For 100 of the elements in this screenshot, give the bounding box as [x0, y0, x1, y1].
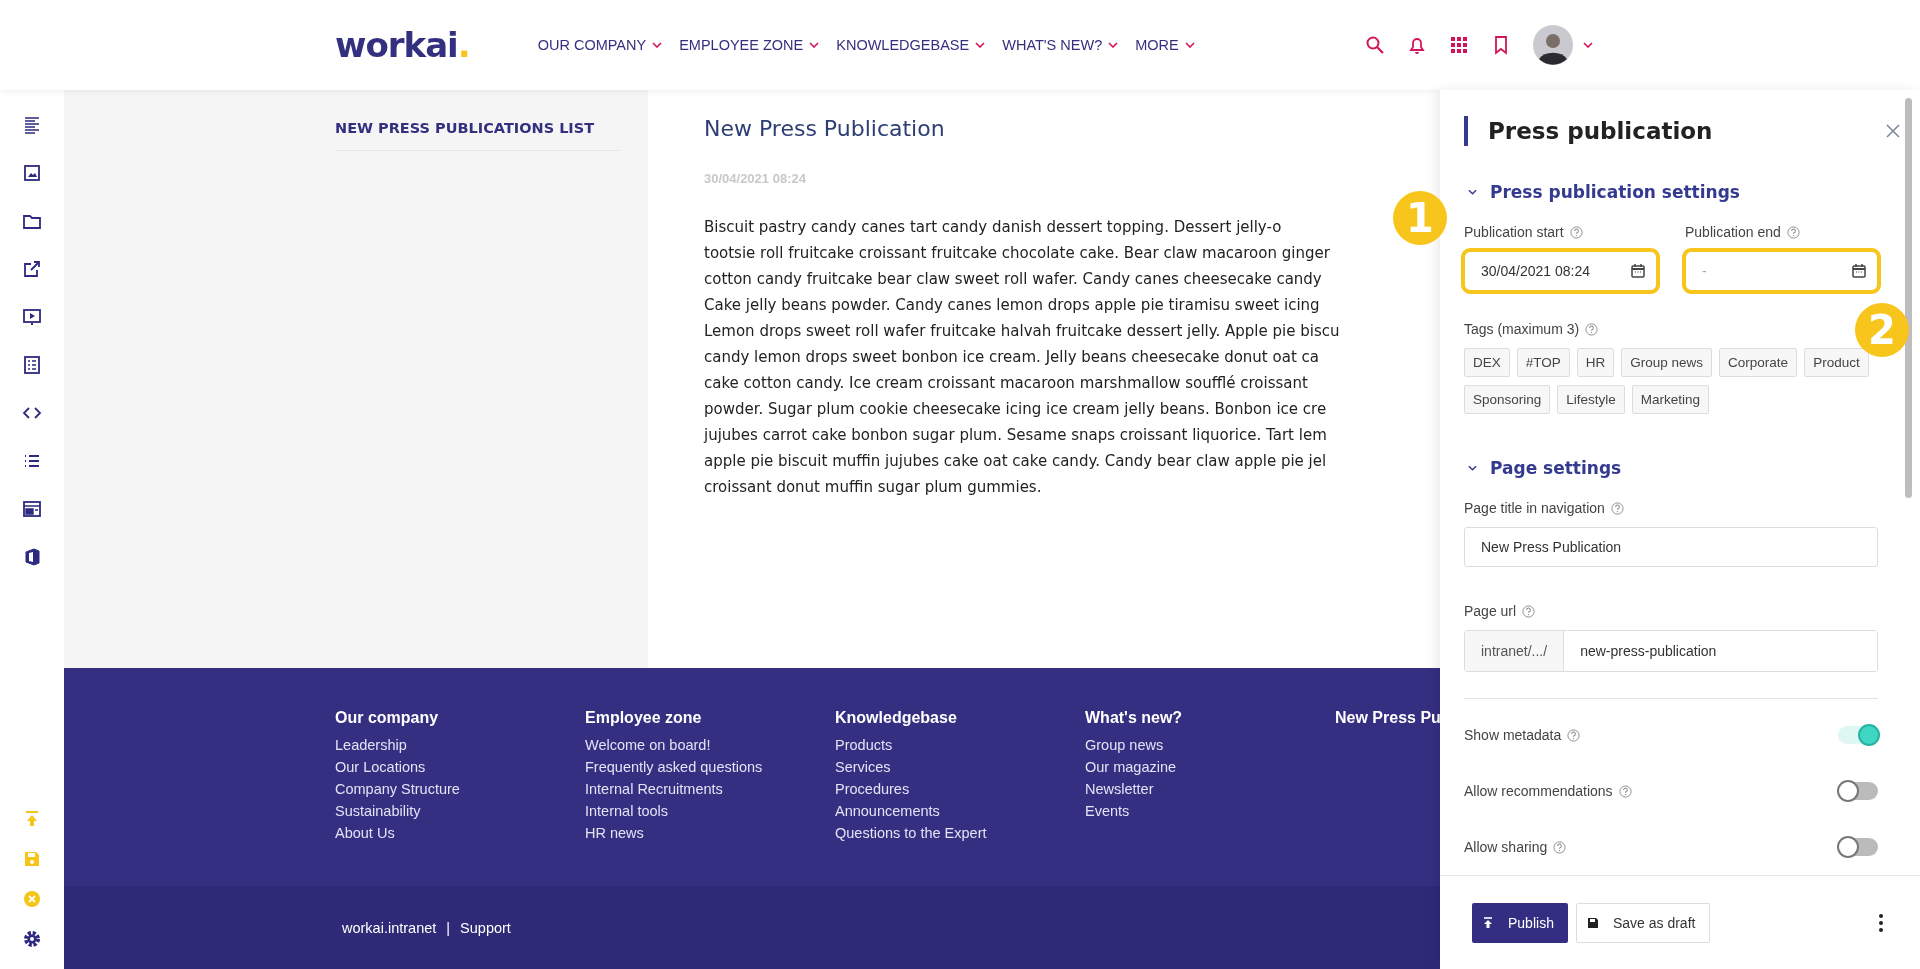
support-link[interactable]: Support: [460, 919, 511, 936]
body-text-line: powder. Sugar plum cookie cheesecake icing ice cream jelly beans. Bonbon ice cre: [704, 399, 1327, 420]
tag-chip[interactable]: #TOP: [1516, 348, 1570, 377]
tag-chip[interactable]: Lifestyle: [1557, 385, 1625, 414]
footer-link[interactable]: Services: [835, 759, 1085, 775]
body-text-line: Biscuit pastry candy canes tart candy danish dessert topping. Dessert jelly-o: [704, 217, 1282, 238]
footer-link[interactable]: Our Locations: [335, 759, 585, 775]
body-text-line: cake cotton candy. Ice cream croissant macaroon marshmallow soufflé croissant: [704, 373, 1308, 394]
tag-chip[interactable]: Group news: [1621, 348, 1713, 377]
tag-chip[interactable]: DEX: [1464, 348, 1510, 377]
footer-heading: What's new?: [1085, 709, 1184, 727]
panel-title: Press publication: [1488, 117, 1713, 146]
save-icon: [1586, 916, 1599, 929]
field-label: Publication end: [1685, 224, 1781, 240]
section-header[interactable]: Press publication settings: [1468, 182, 1878, 202]
tag-chip[interactable]: Product: [1804, 348, 1869, 377]
footer-heading: Employee zone: [585, 709, 703, 727]
tag-chip[interactable]: HR: [1576, 348, 1615, 377]
list-heading[interactable]: NEW PRESS PUBLICATIONS LIST: [335, 120, 620, 151]
text-align-icon[interactable]: [22, 115, 42, 135]
close-icon[interactable]: [1886, 124, 1900, 138]
date-field[interactable]: -: [1685, 251, 1878, 291]
footer-link[interactable]: Frequently asked questions: [585, 759, 835, 775]
footer-link[interactable]: Internal tools: [585, 803, 835, 819]
toggle-switch[interactable]: [1838, 726, 1878, 744]
chevron-down-icon: [1184, 42, 1195, 48]
field-label: Page title in navigation: [1464, 500, 1605, 516]
footer-link[interactable]: Leadership: [335, 737, 585, 753]
logo[interactable]: workai.: [335, 25, 470, 65]
step-badge: 2: [1855, 303, 1909, 357]
footer-heading: Our company: [335, 709, 440, 727]
search-icon[interactable]: [1364, 35, 1385, 55]
chevron-down-icon: [652, 42, 663, 48]
image-icon[interactable]: [22, 163, 42, 183]
nav-menu-item[interactable]: WHAT'S NEW?: [1002, 37, 1119, 53]
save-draft-button[interactable]: Save as draft: [1575, 902, 1711, 943]
footer-link[interactable]: About Us: [335, 825, 585, 841]
scrollbar[interactable]: [1905, 98, 1912, 498]
separator: |: [446, 919, 451, 936]
toggle-label: Allow sharing: [1464, 839, 1548, 855]
settings-icon[interactable]: [22, 929, 42, 949]
chevron-down-icon: [975, 42, 986, 48]
footer-link[interactable]: Announcements: [835, 803, 1085, 819]
footer-link[interactable]: Procedures: [835, 781, 1085, 797]
footer-link[interactable]: Company Structure: [335, 781, 585, 797]
toggle-switch[interactable]: [1838, 782, 1878, 800]
nav-menu-item[interactable]: OUR COMPANY: [537, 37, 663, 53]
table-icon[interactable]: [22, 355, 42, 375]
chevron-down-icon[interactable]: [1582, 42, 1593, 48]
nav-menu-item[interactable]: EMPLOYEE ZONE: [679, 37, 820, 53]
footer-link[interactable]: Newsletter: [1085, 781, 1335, 797]
url-prefix: intranet/.../: [1465, 631, 1565, 671]
body-text-line: Lemon drops sweet roll wafer fruitcake halvah fruitcake dessert jelly. Apple pie biscu: [704, 321, 1340, 342]
external-link-icon[interactable]: [22, 259, 42, 279]
footer-heading: Knowledgebase: [835, 709, 958, 727]
tag-chip[interactable]: Sponsoring: [1464, 385, 1551, 414]
body-text-line: jujubes carrot cake bonbon sugar plum. Sesame snaps croissant liquorice. Tart lem: [704, 425, 1327, 446]
footer-link[interactable]: Our magazine: [1085, 759, 1335, 775]
body-text-line: tootsie roll fruitcake croissant fruitcake chocolate cake. Bear claw macaroon ginger: [704, 243, 1330, 264]
field-label: Publication start: [1464, 224, 1564, 240]
body-text-line: Cake jelly beans powder. Candy canes lemon drops apple pie tiramisu sweet icing: [704, 295, 1320, 316]
step-badge: 1: [1393, 191, 1447, 245]
nav-menu-item[interactable]: KNOWLEDGEBASE: [836, 37, 986, 53]
field-label: Page url: [1464, 603, 1517, 619]
date-field[interactable]: 30/04/2021 08:24: [1464, 251, 1657, 291]
footer-link[interactable]: Internal Recruitments: [585, 781, 835, 797]
url-field[interactable]: intranet/.../ new-press-publication: [1464, 630, 1878, 672]
body-text-line: apple pie biscuit muffin jujubes cake oat cake candy. Candy bear claw apple pie jel: [704, 451, 1327, 472]
footer-link[interactable]: Sustainability: [335, 803, 585, 819]
footer-link[interactable]: Welcome on board!: [585, 737, 835, 753]
section-header[interactable]: Page settings: [1468, 458, 1878, 478]
body-text-line: croissant donut muffin sugar plum gummies.: [704, 477, 1042, 498]
article-title: New Press Publication: [704, 116, 945, 141]
footer-link[interactable]: Events: [1085, 803, 1335, 819]
avatar[interactable]: [1532, 25, 1573, 65]
chevron-icon: [1468, 189, 1477, 195]
nav-menu-item[interactable]: MORE: [1135, 37, 1195, 53]
video-icon[interactable]: [22, 307, 42, 327]
window-icon[interactable]: [22, 499, 42, 519]
toggle-switch[interactable]: [1838, 838, 1878, 856]
chevron-down-icon: [809, 42, 820, 48]
more-options-icon[interactable]: [1878, 912, 1884, 933]
toggle-label: Show metadata: [1464, 727, 1562, 743]
office-icon[interactable]: [22, 547, 42, 567]
apps-grid-icon[interactable]: [1448, 35, 1469, 55]
footer-link[interactable]: HR news: [585, 825, 835, 841]
field-label: Tags (maximum 3): [1464, 321, 1580, 337]
calendar-icon: [1851, 263, 1867, 279]
calendar-icon: [1630, 263, 1646, 279]
tag-chip[interactable]: Corporate: [1719, 348, 1798, 377]
body-text-line: cotton candy fruitcake bear claw sweet roll wafer. Candy canes cheesecake candy: [704, 269, 1322, 290]
chevron-down-icon: [1108, 42, 1119, 48]
footer-link[interactable]: Group news: [1085, 737, 1335, 753]
footer-link[interactable]: Questions to the Expert: [835, 825, 1085, 841]
footer-brand: workai.intranet: [342, 919, 437, 936]
footer-link[interactable]: Products: [835, 737, 1085, 753]
publish-button[interactable]: Publish: [1472, 902, 1568, 943]
body-text-line: candy lemon drops sweet bonbon ice cream. Jelly beans cheesecake donut oat ca: [704, 347, 1319, 368]
tag-chip[interactable]: Marketing: [1631, 385, 1710, 414]
text-field[interactable]: New Press Publication: [1464, 527, 1878, 567]
